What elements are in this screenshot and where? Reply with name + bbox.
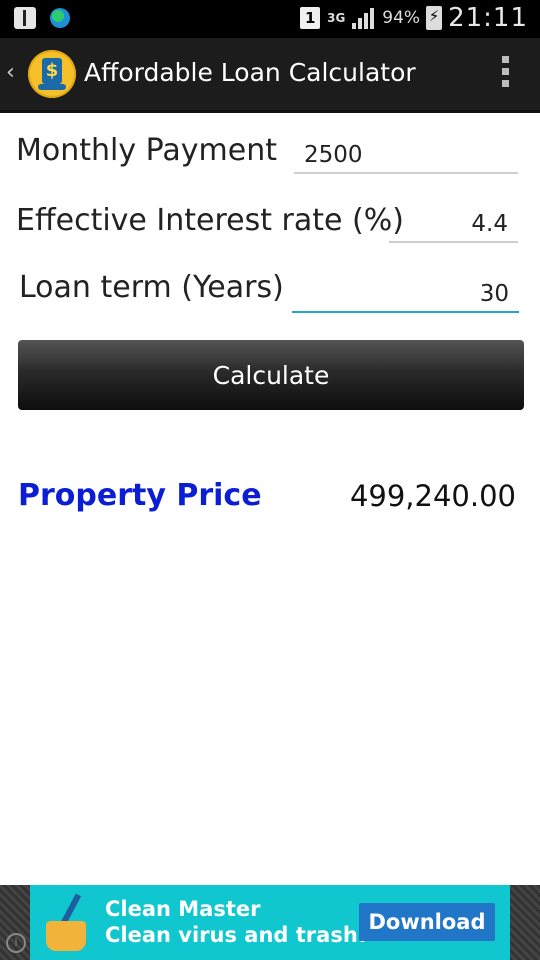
ad-banner[interactable]: Clean Master Clean virus and trash! Down… — [30, 885, 510, 960]
loan-term-input[interactable] — [292, 277, 519, 313]
network-3g-icon: 3G — [327, 10, 346, 25]
calculate-button[interactable]: Calculate — [18, 340, 524, 410]
signal-icon — [352, 7, 376, 29]
ad-download-button[interactable]: Download — [359, 903, 495, 941]
action-bar: ‹ Affordable Loan Calculator — [0, 38, 540, 113]
overflow-menu-icon[interactable] — [502, 56, 510, 92]
ad-brand: Clean Master — [105, 897, 261, 921]
sim-icon: 1 — [300, 7, 321, 29]
monthly-payment-label: Monthly Payment — [16, 133, 277, 168]
usb-icon — [14, 7, 36, 29]
property-price-label: Property Price — [18, 478, 262, 513]
app-title: Affordable Loan Calculator — [84, 58, 416, 87]
ad-banner-container: i Clean Master Clean virus and trash! Do… — [0, 885, 540, 960]
battery-percent: 94% — [382, 8, 421, 28]
clock: 21:11 — [448, 3, 528, 33]
interest-rate-label: Effective Interest rate (%) — [16, 203, 404, 238]
monthly-payment-input[interactable] — [294, 138, 518, 174]
battery-charging-icon — [426, 6, 443, 30]
interest-rate-input[interactable] — [389, 207, 518, 243]
loan-term-label: Loan term (Years) — [19, 270, 284, 305]
status-bar: 1 3G 94% 21:11 — [0, 0, 540, 38]
ad-info-icon[interactable]: i — [6, 933, 26, 953]
property-price-value: 499,240.00 — [349, 479, 516, 513]
broom-icon — [42, 893, 90, 953]
globe-icon — [50, 8, 70, 28]
house-dollar-logo[interactable] — [28, 50, 76, 98]
back-chevron-icon[interactable]: ‹ — [6, 60, 15, 85]
ad-tagline: Clean virus and trash! — [105, 923, 368, 947]
